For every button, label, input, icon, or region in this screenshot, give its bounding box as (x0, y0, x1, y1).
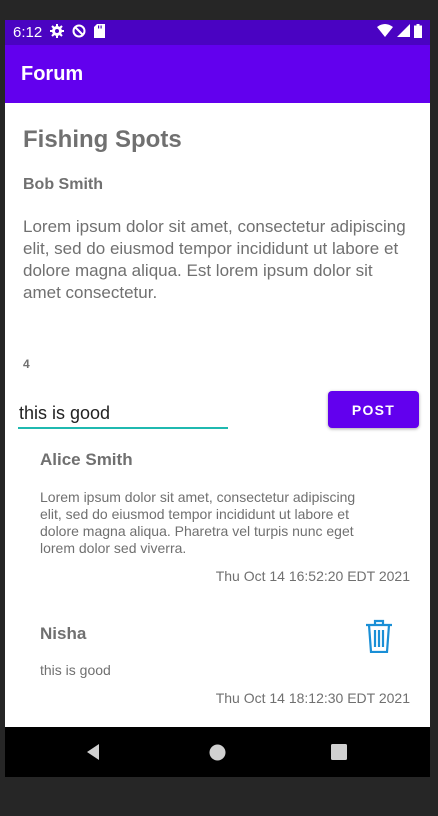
status-bar: 6:12 (5, 20, 430, 45)
gear-icon (50, 23, 65, 42)
back-icon[interactable] (75, 727, 111, 777)
comment-date: Thu Oct 14 16:52:20 EDT 2021 (215, 568, 410, 584)
comment-author: Alice Smith (40, 450, 133, 469)
comment-input[interactable] (18, 399, 228, 429)
sd-card-icon (94, 23, 106, 42)
navigation-bar (5, 727, 430, 777)
recents-icon[interactable] (321, 727, 357, 777)
comment-count: 4 (23, 357, 30, 371)
comment-date: Thu Oct 14 18:12:30 EDT 2021 (215, 690, 410, 706)
post-body: Lorem ipsum dolor sit amet, consectetur … (23, 217, 406, 302)
device-screen: 6:12 Forum Fishing Spots Bob Smith Lorem… (5, 20, 430, 777)
post-title: Fishing Spots (23, 126, 182, 153)
battery-icon (414, 23, 422, 42)
comment-author: Nisha (40, 624, 87, 643)
trash-icon[interactable] (365, 619, 393, 654)
home-icon[interactable] (199, 727, 235, 777)
status-time: 6:12 (13, 24, 43, 41)
signal-icon (397, 24, 410, 41)
app-bar: Forum (5, 45, 430, 103)
comment-text: Lorem ipsum dolor sit amet, consectetur … (40, 489, 356, 556)
post-button[interactable]: POST (328, 391, 419, 428)
wifi-icon (377, 24, 393, 41)
comment-text: this is good (40, 662, 111, 678)
post-author: Bob Smith (23, 176, 103, 193)
app-title: Forum (21, 62, 84, 85)
data-saver-icon (72, 24, 86, 42)
